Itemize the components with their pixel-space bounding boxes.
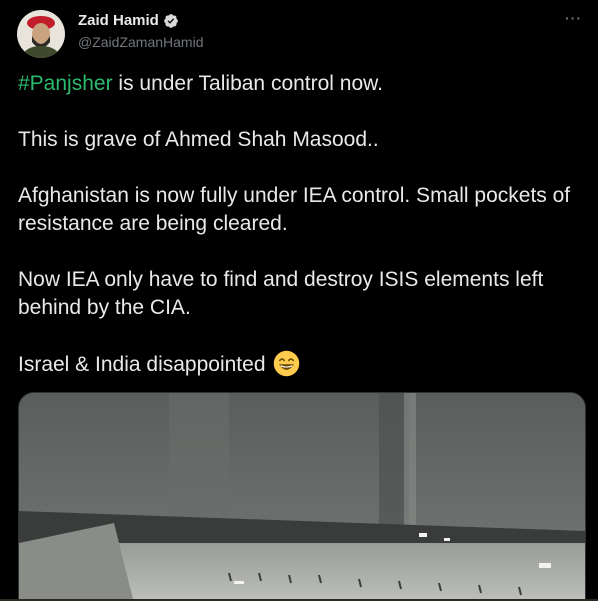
hashtag-link[interactable]: #Panjsher	[18, 72, 113, 95]
tweet-paragraph-1: #Panjsher is under Taliban control now.	[18, 70, 578, 98]
video-frame-image	[19, 393, 585, 601]
grinning-face-emoji-icon	[274, 350, 300, 377]
tweet-card[interactable]: Zaid Hamid @ZaidZamanHamid ··· #Panjsher…	[0, 0, 598, 601]
more-options-icon[interactable]: ···	[565, 10, 582, 26]
avatar[interactable]	[17, 10, 65, 58]
tweet-line-1-text: is under Taliban control now.	[112, 72, 384, 95]
avatar-image	[17, 10, 65, 58]
tweet-paragraph-3: Afghanistan is now fully under IEA contr…	[18, 184, 571, 235]
tweet-media-video[interactable]	[18, 392, 586, 601]
tweet-paragraph-4: Now IEA only have to find and destroy IS…	[18, 268, 544, 319]
tweet-text: #Panjsher is under Taliban control now. …	[18, 70, 578, 407]
author-display-name[interactable]: Zaid Hamid	[78, 12, 159, 30]
tweet-line-5-text: Israel & India disappointed	[18, 353, 266, 376]
tweet-paragraph-2: This is grave of Ahmed Shah Masood..	[18, 128, 379, 151]
tweet-author[interactable]: Zaid Hamid @ZaidZamanHamid	[78, 12, 203, 51]
tweet-paragraph-5: Israel & India disappointed	[18, 350, 578, 379]
author-handle[interactable]: @ZaidZamanHamid	[78, 33, 203, 51]
verified-badge-icon	[164, 14, 178, 28]
